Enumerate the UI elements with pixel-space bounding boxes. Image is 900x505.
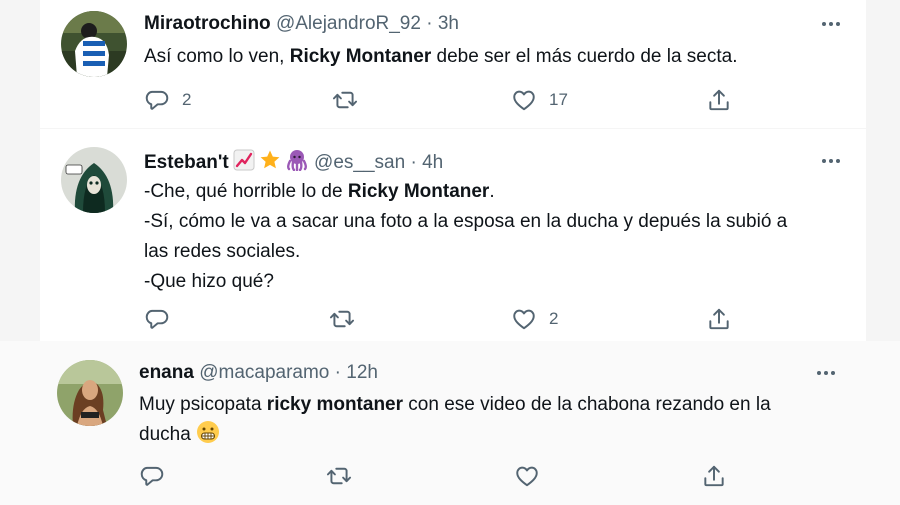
text-segment: debe ser el más cuerdo de la secta. bbox=[431, 46, 738, 67]
tweet[interactable]: Esteban't @es__san · 4h -Che, qué horrib… bbox=[40, 129, 866, 341]
reply-button[interactable] bbox=[144, 306, 170, 332]
user-handle[interactable]: @AlejandroR_92 bbox=[276, 13, 421, 34]
display-name[interactable]: Esteban't bbox=[144, 152, 229, 173]
chart-increasing-icon bbox=[233, 149, 255, 178]
more-options-icon[interactable] bbox=[817, 14, 845, 34]
text-segment: Así como lo ven, bbox=[144, 46, 290, 67]
retweet-button[interactable] bbox=[326, 463, 352, 489]
text-segment: -Che, qué horrible lo de bbox=[144, 181, 348, 202]
timestamp[interactable]: 12h bbox=[346, 362, 378, 383]
reply-count: 2 bbox=[182, 90, 192, 109]
like-count: 2 bbox=[549, 309, 559, 328]
text-line: las redes sociales. bbox=[144, 241, 301, 262]
text-segment: . bbox=[489, 181, 495, 202]
highlighted-term: Ricky Montaner bbox=[347, 181, 490, 202]
tweet[interactable]: enana @macaparamo · 12h Muy psicopata ri… bbox=[0, 341, 900, 505]
reply-icon bbox=[139, 463, 165, 489]
user-handle[interactable]: @macaparamo bbox=[199, 362, 329, 383]
reply-icon bbox=[144, 87, 170, 113]
separator: · bbox=[426, 13, 433, 34]
text-line: -Sí, cómo le va a sacar una foto a la es… bbox=[144, 211, 788, 232]
display-name[interactable]: enana bbox=[139, 362, 194, 383]
like-button[interactable]: 17 bbox=[511, 87, 568, 113]
highlighted-term: ricky montaner bbox=[266, 394, 404, 415]
heart-icon bbox=[511, 87, 537, 113]
retweet-button[interactable] bbox=[329, 306, 355, 332]
like-button[interactable]: 2 bbox=[511, 306, 558, 332]
avatar[interactable] bbox=[61, 147, 127, 213]
user-handle[interactable]: @es__san bbox=[314, 152, 405, 173]
heart-icon bbox=[511, 306, 537, 332]
separator: · bbox=[410, 152, 417, 173]
tweet[interactable]: Miraotrochino @AlejandroR_92 · 3h Así co… bbox=[40, 0, 866, 128]
highlighted-term: Ricky Montaner bbox=[289, 46, 432, 67]
more-options-icon[interactable] bbox=[812, 363, 840, 383]
share-icon bbox=[701, 463, 727, 489]
display-name[interactable]: Miraotrochino bbox=[144, 13, 271, 34]
text-line: -Que hizo qué? bbox=[144, 271, 274, 292]
separator: · bbox=[334, 362, 341, 383]
tweet-text: Así como lo ven, Ricky Montaner debe ser… bbox=[144, 42, 738, 72]
heart-icon bbox=[514, 463, 540, 489]
retweet-icon bbox=[329, 306, 355, 332]
reply-button[interactable]: 2 bbox=[144, 87, 191, 113]
avatar[interactable] bbox=[57, 360, 123, 426]
star-icon bbox=[259, 149, 281, 178]
timestamp[interactable]: 3h bbox=[438, 13, 459, 34]
retweet-button[interactable] bbox=[332, 87, 358, 113]
share-icon bbox=[706, 306, 732, 332]
retweet-icon bbox=[326, 463, 352, 489]
tweet-text: -Che, qué horrible lo de Ricky Montaner.… bbox=[144, 177, 787, 297]
text-segment: con ese video de la chabona rezando en l… bbox=[403, 394, 771, 415]
retweet-icon bbox=[332, 87, 358, 113]
like-button[interactable] bbox=[514, 463, 540, 489]
more-options-icon[interactable] bbox=[817, 151, 845, 171]
tweet-text: Muy psicopata ricky montaner con ese vid… bbox=[139, 390, 771, 450]
share-button[interactable] bbox=[701, 463, 727, 489]
share-icon bbox=[706, 87, 732, 113]
share-button[interactable] bbox=[706, 87, 732, 113]
like-count: 17 bbox=[549, 90, 568, 109]
octopus-icon bbox=[285, 149, 309, 178]
text-line: ducha bbox=[139, 424, 191, 445]
reply-icon bbox=[144, 306, 170, 332]
text-segment: Muy psicopata bbox=[139, 394, 267, 415]
timestamp[interactable]: 4h bbox=[422, 152, 443, 173]
reply-button[interactable] bbox=[139, 463, 165, 489]
avatar[interactable] bbox=[61, 11, 127, 77]
grimacing-face-icon bbox=[196, 420, 220, 444]
share-button[interactable] bbox=[706, 306, 732, 332]
